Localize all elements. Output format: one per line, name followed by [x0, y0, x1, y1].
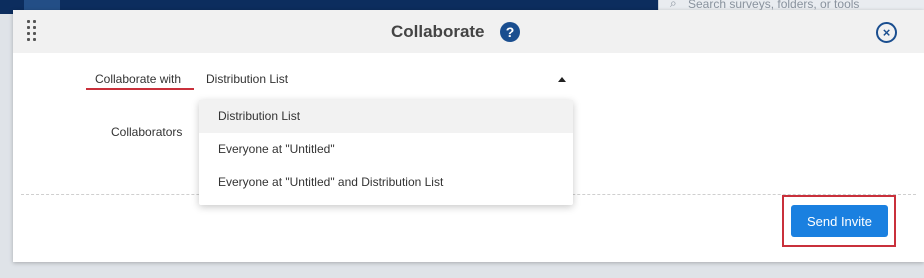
dropdown-option-label: Distribution List	[218, 109, 301, 123]
collaborate-with-select[interactable]: Distribution List	[206, 70, 566, 90]
dropdown-option-everyone-and-list[interactable]: Everyone at "Untitled" and Distribution …	[199, 166, 573, 199]
app-nav-tab[interactable]	[24, 0, 60, 10]
help-icon[interactable]: ?	[500, 22, 520, 42]
modal-header: Collaborate ? ×	[13, 10, 924, 53]
collaborate-modal: Collaborate ? × Collaborate with Distrib…	[13, 10, 924, 262]
close-icon[interactable]: ×	[876, 22, 897, 43]
dropdown-option-everyone[interactable]: Everyone at "Untitled"	[199, 133, 573, 166]
drag-handle-icon[interactable]	[27, 20, 39, 42]
dropdown-option-distribution-list[interactable]: Distribution List	[199, 100, 573, 133]
collaborate-with-dropdown: Distribution List Everyone at "Untitled"…	[199, 100, 573, 205]
send-invite-button[interactable]: Send Invite	[791, 205, 888, 237]
collaborate-with-value: Distribution List	[206, 72, 289, 86]
modal-title: Collaborate	[391, 22, 485, 41]
collaborators-label: Collaborators	[111, 125, 183, 139]
collaborate-with-label-underline	[86, 88, 194, 90]
collaborate-with-label: Collaborate with	[95, 72, 182, 86]
dropdown-option-label: Everyone at "Untitled" and Distribution …	[218, 175, 444, 189]
dropdown-option-label: Everyone at "Untitled"	[218, 142, 335, 156]
caret-up-icon[interactable]	[558, 77, 566, 82]
